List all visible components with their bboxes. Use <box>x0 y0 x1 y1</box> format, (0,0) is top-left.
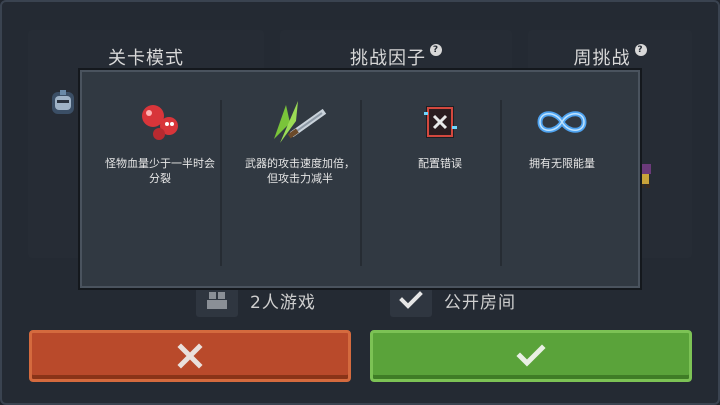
factor-item: 怪物血量少于一半时会分裂 <box>90 100 230 266</box>
divider <box>360 100 362 266</box>
factor-item: 配置错误 <box>370 100 510 266</box>
infinity-icon <box>492 100 632 144</box>
factor-description: 武器的攻击速度加倍，但攻击力减半 <box>245 157 355 185</box>
knight-helmet-icon <box>48 88 78 122</box>
factor-description: 配置错误 <box>418 157 462 170</box>
check-icon <box>516 344 546 367</box>
red-splitting-monster-icon <box>90 100 230 144</box>
help-icon[interactable]: ? <box>634 44 647 56</box>
challenge-factor-popup: 怪物血量少于一半时会分裂 武器的攻击速度加倍，但攻击力减半 配置错误 拥有无限能… <box>78 68 642 290</box>
factor-item: 拥有无限能量 <box>492 100 632 266</box>
factor-description: 怪物血量少于一半时会分裂 <box>105 157 215 185</box>
mode-title-challenge: 挑战因子? <box>280 44 512 70</box>
glitch-config-icon <box>370 100 510 144</box>
x-icon <box>177 343 203 369</box>
divider <box>220 100 222 266</box>
players-icon <box>207 292 227 309</box>
factor-description: 拥有无限能量 <box>529 157 595 170</box>
help-icon[interactable]: ? <box>430 44 442 56</box>
confirm-button[interactable] <box>370 330 692 382</box>
two-player-label: 2人游戏 <box>250 292 316 313</box>
cancel-button[interactable] <box>29 330 351 382</box>
green-sword-icon <box>230 100 370 144</box>
factor-item: 武器的攻击速度加倍，但攻击力减半 <box>230 100 370 266</box>
public-room-label: 公开房间 <box>444 292 516 313</box>
check-icon <box>399 291 423 309</box>
mode-title-level: 关卡模式 <box>108 48 184 69</box>
mode-title-weekly: 周挑战? <box>528 44 692 70</box>
